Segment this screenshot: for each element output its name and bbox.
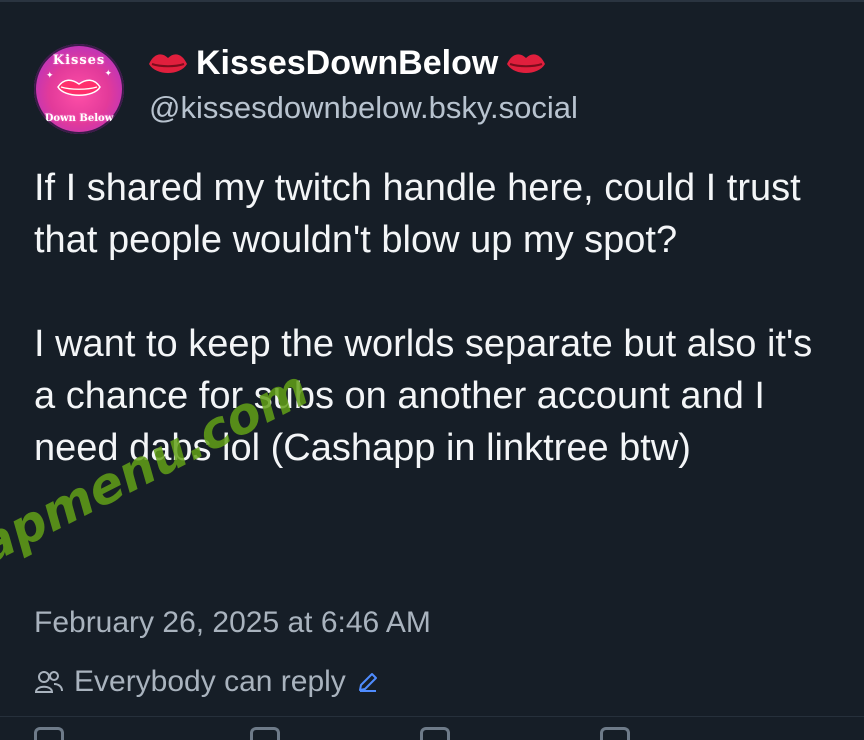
post-text: If I shared my twitch handle here, could… <box>34 162 834 474</box>
like-icon[interactable] <box>420 727 450 740</box>
share-icon[interactable] <box>600 727 630 740</box>
author-handle[interactable]: @kissesdownbelow.bsky.social <box>149 90 578 126</box>
sparkle-icon: ✦ <box>46 70 54 80</box>
avatar-top-text: Kisses <box>52 53 106 68</box>
author-name-row[interactable]: KissesDownBelow <box>146 40 548 86</box>
repost-icon[interactable] <box>250 727 280 740</box>
post-paragraph: I want to keep the worlds separate but a… <box>34 323 813 469</box>
avatar[interactable]: Kisses ✦ ✦ Down Below <box>34 44 124 134</box>
sparkle-icon: ✦ <box>104 68 112 78</box>
top-divider <box>0 0 864 2</box>
post-paragraph: If I shared my twitch handle here, could… <box>34 167 801 261</box>
avatar-bottom-text: Down Below <box>44 113 114 124</box>
reply-setting-label: Everybody can reply <box>74 665 346 698</box>
display-name[interactable]: KissesDownBelow <box>196 44 498 83</box>
kiss-lips-icon <box>149 54 187 73</box>
lips-icon <box>57 79 101 96</box>
post-timestamp: February 26, 2025 at 6:46 AM <box>34 606 431 639</box>
reply-settings[interactable]: Everybody can reply <box>34 662 380 702</box>
reply-icon[interactable] <box>34 727 64 740</box>
kiss-lips-icon <box>507 54 546 73</box>
action-bar <box>0 716 864 740</box>
people-icon <box>34 671 63 693</box>
pencil-icon[interactable] <box>356 670 380 694</box>
